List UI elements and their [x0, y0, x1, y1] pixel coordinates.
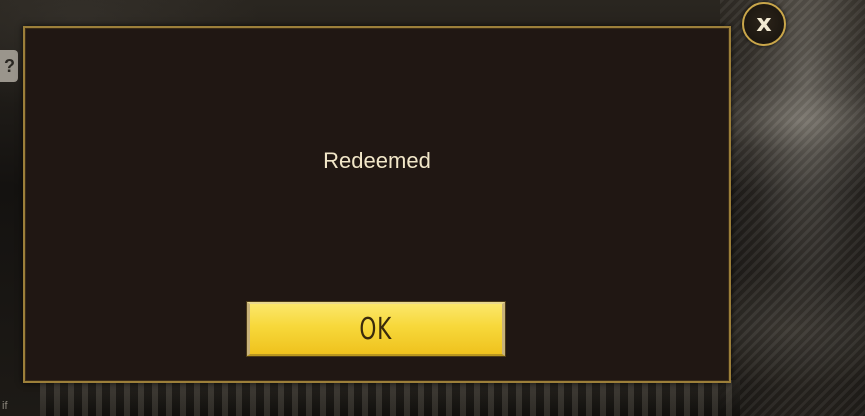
background-debris-art [40, 380, 740, 416]
game-screen: ? if Redeemed OK x [0, 0, 865, 416]
ok-button[interactable]: OK [247, 302, 505, 356]
help-icon[interactable]: ? [0, 50, 18, 82]
close-icon: x [756, 9, 772, 37]
close-button[interactable]: x [742, 2, 786, 46]
help-glyph: ? [4, 56, 15, 76]
background-soldier-art [720, 0, 865, 416]
dialog-message: Redeemed [323, 148, 431, 173]
redeem-result-dialog: Redeemed OK [23, 26, 731, 383]
background-edge-text: if [2, 400, 8, 412]
ok-button-label: OK [359, 311, 393, 347]
